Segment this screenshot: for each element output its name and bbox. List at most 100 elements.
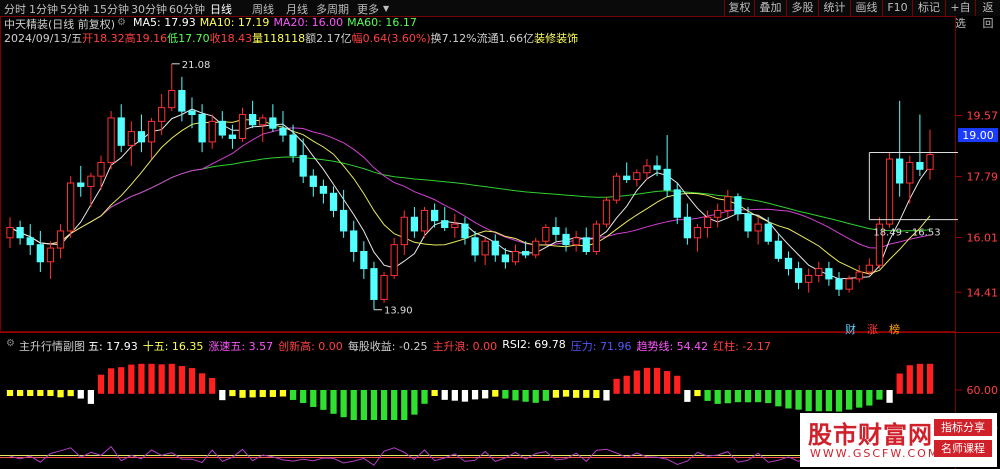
indicator-bar — [168, 363, 175, 394]
candle-body — [734, 196, 742, 215]
candle-body — [572, 237, 580, 246]
indicator-bar — [107, 368, 115, 394]
indicator-bar — [522, 390, 529, 402]
candle-body — [380, 274, 388, 300]
indicator-gear-icon[interactable]: ⚙ — [6, 338, 15, 349]
candle-body — [855, 271, 863, 280]
candle-body — [633, 172, 641, 181]
candle-body — [269, 117, 277, 129]
candle-body — [77, 182, 85, 187]
candle-body — [218, 120, 226, 136]
high-label: 21.08 — [182, 60, 211, 71]
price-axis-label: 16.01 — [967, 231, 999, 244]
indicator-bar — [300, 390, 307, 404]
candle-body — [461, 223, 469, 239]
watermark-title: 股市财富网 — [808, 420, 933, 449]
ma20-line — [9, 127, 931, 249]
current-price-label: 19.00 — [962, 129, 994, 142]
indicator-bar — [360, 390, 367, 420]
indicator-bar — [128, 364, 135, 394]
candle-body — [299, 155, 307, 177]
indicator-bar — [512, 390, 519, 401]
tag-0: 财 — [845, 322, 856, 336]
indicator-bar — [118, 367, 125, 394]
candle-body — [592, 223, 601, 253]
candle-body — [6, 227, 14, 239]
indicator-bar — [906, 365, 913, 394]
candle-body — [420, 209, 429, 232]
candle-body — [198, 114, 206, 143]
candle-body — [815, 268, 823, 276]
candle-body — [107, 117, 115, 163]
legend-item: 每股收益: -0.25 — [347, 340, 428, 353]
candle-body — [511, 251, 520, 263]
indicator-bar — [765, 390, 772, 404]
indicator-bar — [633, 370, 640, 394]
indicator-bar — [795, 390, 802, 410]
legend-item: 主升浪: 0.00 — [432, 340, 498, 353]
candle-body — [501, 254, 510, 263]
indicator-bar — [411, 390, 418, 415]
candle-body — [36, 244, 44, 263]
indicator-bar — [562, 390, 570, 397]
candle-body — [865, 264, 873, 273]
indicator-bar — [279, 390, 287, 397]
candle-body — [602, 199, 611, 225]
indicator-bar — [886, 390, 893, 403]
indicator-bar — [916, 363, 924, 394]
candle-body — [673, 189, 681, 218]
candle-body — [127, 131, 135, 146]
candle-body — [703, 216, 712, 229]
candle-body — [97, 161, 105, 177]
indicator-bar — [16, 390, 24, 396]
candle-body — [360, 251, 368, 270]
candle-body — [744, 213, 752, 232]
candle-body — [521, 251, 530, 256]
legend-item: 红柱: -2.17 — [713, 340, 771, 353]
indicator-bar — [754, 390, 762, 403]
candle-body — [370, 268, 378, 300]
candle-body — [481, 240, 489, 256]
indicator-bar — [785, 390, 792, 409]
candle-body — [16, 227, 24, 239]
indicator-bar — [856, 390, 863, 408]
candle-body — [451, 223, 459, 229]
candle-body — [279, 127, 287, 136]
candle-body — [643, 165, 651, 174]
indicator-bar — [178, 366, 186, 394]
indicator-bar — [67, 390, 74, 397]
candle-body — [309, 175, 317, 187]
candle-body — [714, 209, 722, 218]
candle-body — [228, 134, 237, 139]
candle-body — [56, 230, 65, 249]
candle-body — [532, 240, 540, 256]
indicator-bar — [401, 390, 408, 420]
candle-body — [168, 90, 176, 109]
candle-body — [906, 161, 914, 184]
candle-body — [774, 240, 782, 259]
legend-item: 压力: 71.96 — [570, 340, 632, 353]
candle-body — [754, 223, 762, 232]
candle-body — [693, 227, 702, 239]
indicator-bar — [380, 390, 388, 420]
indicator-bar — [269, 390, 276, 397]
indicator-bar — [866, 390, 873, 406]
indicator-bar — [724, 390, 731, 404]
indicator-bar — [47, 390, 54, 396]
candle-body — [926, 154, 934, 170]
indicator-bar — [209, 377, 216, 394]
indicator-bar — [573, 390, 580, 398]
kline-chart[interactable]: 19.57 17.79 16.01 14.41 19.00 21.08 13.90 18.49… — [0, 0, 1000, 469]
indicator-bar — [370, 390, 378, 420]
indicator-bar — [451, 390, 458, 401]
tag-2: 榜 — [889, 322, 900, 336]
indicator-bar — [815, 390, 822, 412]
candle-body — [147, 120, 156, 143]
indicator-axis-label: 60.00 — [967, 384, 999, 397]
indicator-bar — [6, 390, 14, 396]
indicator-bar — [330, 390, 337, 414]
indicator-bar — [198, 373, 206, 394]
candle-body — [400, 216, 408, 246]
candle-body — [896, 158, 904, 184]
legend-item: 涨速五: 3.57 — [208, 340, 274, 353]
